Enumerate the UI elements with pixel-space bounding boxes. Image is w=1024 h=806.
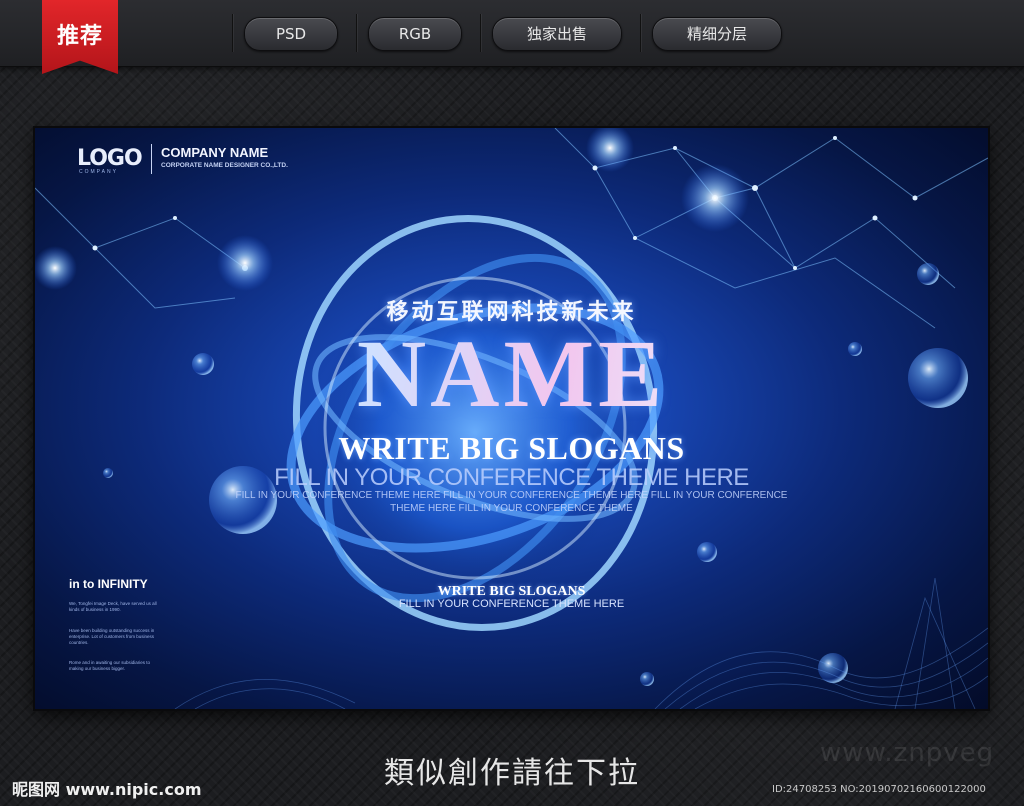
site-mark[interactable]: 昵图网 www.nipic.com <box>12 776 202 800</box>
logo-mark: LOGO <box>77 146 143 171</box>
company-subtitle: CORPORATE NAME DESIGNER CO.,LTD. <box>161 162 288 169</box>
body-copy: We, Tongfei Image Deck, have served us a… <box>69 601 157 612</box>
tag-divider <box>640 14 641 52</box>
company-name: COMPANY NAME <box>161 145 269 160</box>
light-flare <box>35 246 77 290</box>
tag-divider <box>356 14 357 52</box>
tag-divider <box>480 14 481 52</box>
top-bar: PSD RGB 独家出售 精细分层 <box>0 0 1024 67</box>
small-theme: FILL IN YOUR CONFERENCE THEME HERE <box>398 598 625 610</box>
big-name-title: NAME <box>35 324 988 424</box>
tag-rgb[interactable]: RGB <box>368 17 462 51</box>
theme-line: FILL IN YOUR CONFERENCE THEME HERE FILL … <box>235 490 788 501</box>
poster-preview[interactable]: LOGO COMPANY COMPANY NAME CORPORATE NAME… <box>35 128 988 709</box>
bubble <box>697 542 717 562</box>
theme-line: THEME HERE FILL IN YOUR CONFERENCE THEME <box>390 503 633 514</box>
recommend-label: 推荐 <box>56 24 103 49</box>
bubble <box>917 263 939 285</box>
logo-subtext: COMPANY <box>79 169 118 175</box>
tag-layered[interactable]: 精细分层 <box>652 17 782 51</box>
body-copy: Rome and in awaiting our subsidiaries to… <box>69 660 151 671</box>
logo-separator <box>151 144 152 174</box>
tag-divider <box>232 14 233 52</box>
light-flare <box>586 128 634 172</box>
theme-main: FILL IN YOUR CONFERENCE THEME HERE <box>274 464 749 491</box>
infinity-label: in to INFINITY <box>69 577 148 591</box>
bubble <box>640 672 654 686</box>
body-copy: Have been building outstanding success i… <box>69 628 155 645</box>
main-slogan: WRITE BIG SLOGANS <box>338 430 685 466</box>
tag-psd[interactable]: PSD <box>244 17 338 51</box>
bubble <box>818 653 848 683</box>
light-flare <box>681 164 749 232</box>
image-id: ID:24708253 NO:20190702160600122000 <box>772 784 986 795</box>
light-flare <box>217 235 273 291</box>
tag-exclusive[interactable]: 独家出售 <box>492 17 622 51</box>
